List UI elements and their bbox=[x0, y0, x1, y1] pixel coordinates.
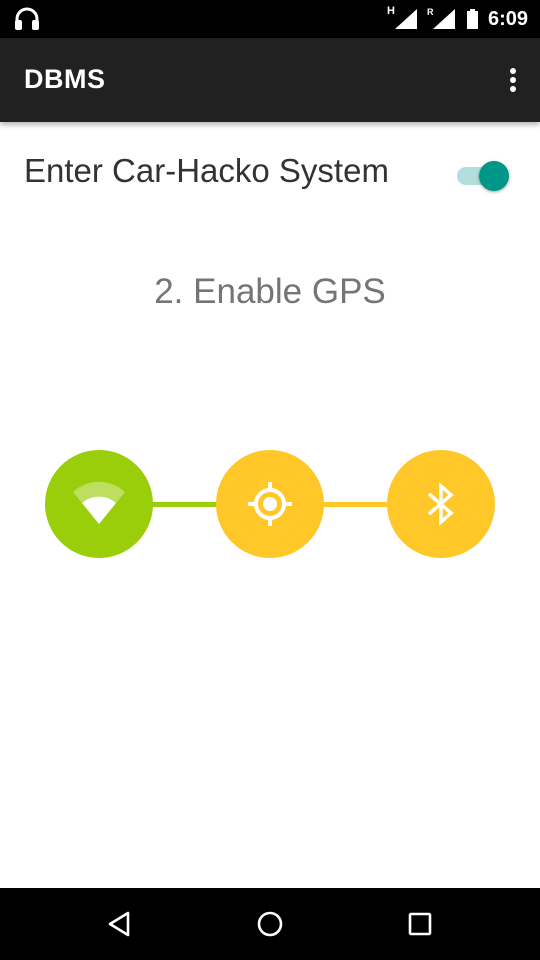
network-type-badge: H bbox=[386, 5, 395, 17]
battery-icon bbox=[466, 9, 478, 29]
switch-thumb bbox=[479, 161, 509, 191]
home-icon[interactable] bbox=[246, 900, 294, 948]
bluetooth-icon bbox=[427, 482, 454, 526]
step-connector bbox=[150, 502, 220, 507]
app-bar: DBMS bbox=[0, 38, 540, 122]
roaming-signal-icon: R bbox=[427, 7, 457, 31]
step-bluetooth[interactable] bbox=[387, 450, 495, 558]
setup-stepper bbox=[0, 450, 540, 560]
headset-icon bbox=[15, 7, 39, 30]
status-bar: H R 6:09 bbox=[0, 0, 540, 38]
recents-icon[interactable] bbox=[396, 900, 444, 948]
system-switch[interactable] bbox=[457, 159, 513, 193]
step-connector bbox=[322, 502, 392, 507]
system-toggle-row[interactable]: Enter Car-Hacko System bbox=[0, 122, 540, 220]
roaming-badge: R bbox=[426, 7, 434, 17]
step-title: 2. Enable GPS bbox=[154, 272, 386, 311]
wifi-icon bbox=[73, 481, 125, 524]
navigation-bar bbox=[0, 888, 540, 960]
gps-location-icon bbox=[248, 482, 292, 526]
toggle-label: Enter Car-Hacko System bbox=[24, 152, 389, 189]
step-gps[interactable] bbox=[216, 450, 324, 558]
more-vert-icon[interactable] bbox=[504, 64, 522, 96]
signal-icon: H bbox=[387, 5, 419, 31]
back-icon[interactable] bbox=[96, 900, 144, 948]
status-time: 6:09 bbox=[487, 7, 528, 30]
step-wifi[interactable] bbox=[45, 450, 153, 558]
app-title: DBMS bbox=[24, 64, 106, 94]
